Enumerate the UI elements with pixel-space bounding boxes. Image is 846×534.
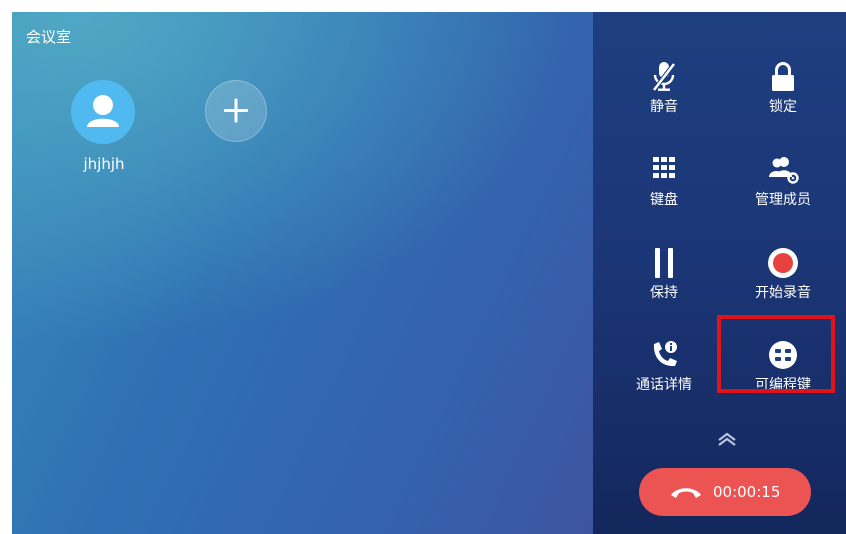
plus-icon — [224, 98, 248, 123]
lock-icon — [772, 62, 794, 91]
lock-label: 锁定 — [769, 99, 797, 115]
highlight-box — [717, 315, 835, 393]
hold-button[interactable]: 保持 — [614, 246, 714, 302]
keypad-label: 键盘 — [650, 192, 678, 208]
keypad-icon — [653, 157, 675, 178]
mute-label: 静音 — [650, 99, 678, 115]
members-settings-icon — [769, 157, 799, 184]
hold-label: 保持 — [650, 285, 678, 301]
conference-title: 会议室 — [26, 28, 72, 46]
start-recording-label: 开始录音 — [755, 285, 811, 301]
hang-up-icon — [671, 488, 701, 498]
call-controls-panel: 静音 锁定 键盘 管理成员 保持 开始录音 通话详情 可编程键 — [593, 12, 846, 534]
phone-info-icon — [653, 341, 677, 367]
start-recording-button[interactable]: 开始录音 — [733, 246, 833, 302]
call-details-label: 通话详情 — [636, 377, 692, 393]
pause-icon — [655, 248, 673, 278]
mic-muted-icon — [652, 62, 676, 92]
call-screen: 会议室 jhjhjh 静音 锁定 键盘 管理成员 保持 开始录音 通话详情 可编… — [12, 12, 846, 534]
lock-button[interactable]: 锁定 — [733, 60, 833, 116]
end-call-button[interactable]: 00:00:15 — [639, 468, 811, 516]
call-details-button[interactable]: 通话详情 — [614, 338, 714, 394]
record-icon — [768, 248, 798, 278]
mute-button[interactable]: 静音 — [614, 60, 714, 116]
manage-members-button[interactable]: 管理成员 — [733, 153, 833, 209]
manage-members-label: 管理成员 — [755, 192, 811, 208]
participant-name: jhjhjh — [83, 155, 125, 173]
call-duration: 00:00:15 — [713, 483, 781, 501]
add-participant-button[interactable] — [205, 80, 267, 142]
chevron-up-icon[interactable] — [714, 430, 740, 448]
keypad-button[interactable]: 键盘 — [614, 153, 714, 209]
participant-avatar[interactable] — [71, 80, 135, 144]
person-icon — [87, 95, 119, 127]
